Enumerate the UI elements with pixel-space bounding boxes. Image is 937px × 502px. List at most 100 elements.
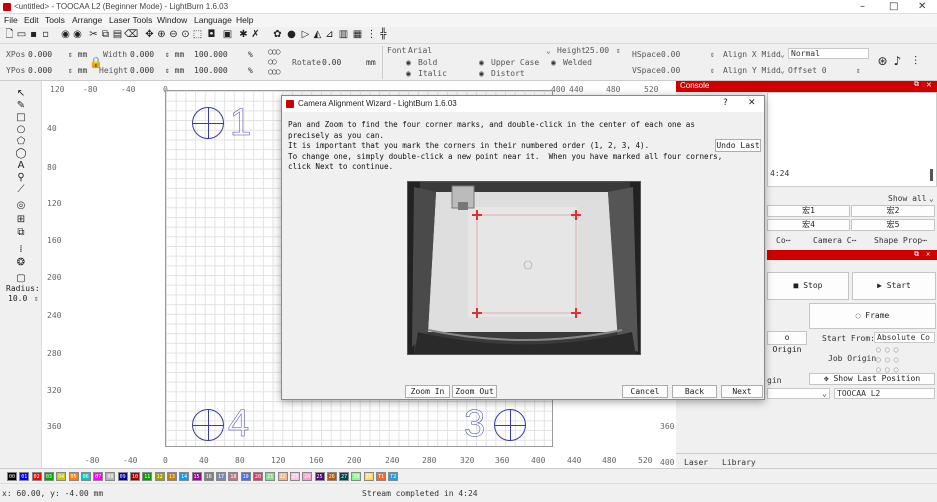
palette-swatch[interactable]: 26	[326, 472, 337, 481]
width-percent-field[interactable]: 100.000	[194, 50, 228, 59]
macro-1-button[interactable]: 宏1	[767, 205, 850, 217]
console-output[interactable]: 4:24	[767, 92, 937, 187]
font-select[interactable]: Arial	[408, 46, 432, 55]
laser-close-icon[interactable]: ✕	[926, 250, 930, 258]
width-spinner-icon[interactable]: ⇕ mm	[165, 50, 184, 59]
import-icon[interactable]: ◉	[60, 29, 71, 40]
palette-swatch[interactable]: 24	[302, 472, 313, 481]
height-spinner-icon[interactable]: ⇕ mm	[165, 66, 184, 75]
menu-edit[interactable]: Edit	[24, 15, 39, 25]
boolean-tool-icon[interactable]: ⧉	[15, 227, 27, 239]
menu-help[interactable]: Help	[236, 15, 253, 25]
distribute-icon[interactable]: ▦	[352, 29, 363, 40]
float-icon[interactable]: ⧉	[914, 81, 919, 89]
show-all-dropdown-icon[interactable]: ⌄	[929, 194, 934, 203]
palette-swatch[interactable]: 28	[351, 472, 362, 481]
zoom-in-icon[interactable]: ⊕	[156, 29, 167, 40]
stop-button[interactable]: ■ Stop	[767, 272, 849, 300]
palette-swatch[interactable]: 00	[7, 472, 17, 481]
snap-icon[interactable]: ╬	[378, 29, 389, 40]
tab-camera-control[interactable]: Camera C⋯	[813, 236, 856, 245]
move-icon[interactable]: ✥	[144, 29, 155, 40]
undo-last-button[interactable]: Undo Last	[715, 139, 761, 152]
menu-language[interactable]: Language	[194, 15, 232, 25]
italic-toggle-icon[interactable]: ◉	[406, 69, 411, 78]
palette-swatch[interactable]: 22	[277, 472, 288, 481]
offset-tool-icon[interactable]: ◎	[15, 200, 27, 212]
palette-swatch[interactable]: 18	[228, 472, 239, 481]
menu-laser-tools[interactable]: Laser Tools	[109, 15, 152, 25]
position-tool-icon[interactable]: ⚲	[15, 172, 27, 184]
circle-tool-icon[interactable]: ◯	[15, 148, 27, 160]
palette-swatch[interactable]: 15	[191, 472, 202, 481]
edit-nodes-icon[interactable]: ✎	[15, 100, 27, 112]
job-origin-radio-icons[interactable]: ○○○	[876, 345, 902, 354]
monitor-icon[interactable]: ▣	[222, 29, 233, 40]
palette-swatch[interactable]: T2	[388, 472, 399, 481]
copy-icon[interactable]: ⧉	[100, 29, 111, 40]
offset-spinner-icon[interactable]: ⇕	[856, 66, 861, 75]
console-close-icon[interactable]: ✕	[926, 81, 932, 89]
rectangle-tool-icon[interactable]: □	[15, 112, 27, 124]
maximize-icon[interactable]: □	[889, 1, 898, 12]
palette-swatch[interactable]: 06	[80, 472, 91, 481]
palette-swatch[interactable]: 03	[43, 472, 54, 481]
next-button[interactable]: Next	[721, 385, 763, 398]
align-icon[interactable]: ▥	[338, 29, 349, 40]
menu-tools[interactable]: Tools	[45, 15, 65, 25]
camera-icon[interactable]: ◘	[206, 29, 217, 40]
ypos-field[interactable]: 0.000	[28, 66, 52, 75]
text-mode-select[interactable]: Normal	[788, 48, 869, 59]
palette-swatch[interactable]: 14	[179, 472, 190, 481]
open-folder-icon[interactable]: ▭	[16, 29, 27, 40]
save-icon[interactable]: ▪	[28, 29, 39, 40]
circular-array-icon[interactable]: ❂	[15, 257, 27, 269]
paste-icon[interactable]: ▤	[112, 29, 123, 40]
offset-field[interactable]: Offset 0	[788, 66, 827, 75]
polygon-tool-icon[interactable]: ⬠	[15, 136, 27, 148]
laser-float-icon[interactable]: ⧉	[914, 250, 919, 259]
align-x-dropdown-icon[interactable]: ⌄	[780, 50, 785, 59]
set-origin-button[interactable]: o Origin	[767, 331, 807, 354]
uppercase-toggle-icon[interactable]: ◉	[479, 58, 484, 67]
macro-4-button[interactable]: 宏4	[767, 219, 850, 231]
palette-swatch[interactable]: 09	[117, 472, 128, 481]
height-field[interactable]: 0.000	[130, 66, 154, 75]
cut-icon[interactable]: ✂	[88, 29, 99, 40]
camera-preview[interactable]	[407, 181, 641, 355]
palette-swatch[interactable]: 10	[130, 472, 140, 481]
radius-field[interactable]: 10.0	[8, 294, 27, 303]
vspace-field[interactable]: 0.00	[661, 66, 680, 75]
save-as-icon[interactable]: ▫	[40, 29, 51, 40]
bold-toggle-icon[interactable]: ◉	[406, 58, 411, 67]
flip-icon[interactable]: ◭	[312, 29, 323, 40]
settings-icon[interactable]: ✱	[238, 29, 249, 40]
width-field[interactable]: 0.000	[130, 50, 154, 59]
start-from-select[interactable]: Absolute Co	[874, 332, 935, 343]
palette-swatch[interactable]: T1	[376, 472, 386, 481]
text-height-spinner-icon[interactable]: ⇕	[616, 46, 621, 55]
hspace-field[interactable]: 0.00	[661, 50, 680, 59]
xpos-field[interactable]: 0.000	[28, 50, 52, 59]
palette-swatch[interactable]: 11	[142, 472, 153, 481]
align-right-icon[interactable]: ⫶	[910, 55, 921, 67]
palette-swatch[interactable]: 02	[31, 472, 42, 481]
palette-swatch[interactable]: 25	[314, 472, 325, 481]
align-y-dropdown-icon[interactable]: ⌄	[780, 66, 785, 75]
dialog-close-icon[interactable]: ✕	[748, 98, 756, 108]
play-icon[interactable]: ▷	[300, 29, 311, 40]
vspace-spinner-icon[interactable]: ⇕	[710, 66, 715, 75]
start-button[interactable]: ▶ Start	[852, 272, 936, 300]
menu-window[interactable]: Window	[157, 15, 187, 25]
close-icon[interactable]: ✕	[918, 1, 926, 12]
ellipse-tool-icon[interactable]: ○	[15, 124, 27, 136]
tab-cuts[interactable]: Co⋯	[776, 236, 790, 245]
cancel-button[interactable]: Cancel	[622, 385, 668, 398]
tab-shape-properties[interactable]: Shape Prop⋯	[874, 236, 927, 245]
robot-icon[interactable]: ⊛	[877, 55, 888, 67]
new-file-icon[interactable]: 🗋	[4, 29, 15, 40]
palette-swatch[interactable]: 16	[203, 472, 214, 481]
radius-spinner-icon[interactable]: ⇕	[34, 294, 39, 303]
group-icon[interactable]: ✿	[272, 29, 283, 40]
palette-swatch[interactable]: 08	[105, 472, 116, 481]
